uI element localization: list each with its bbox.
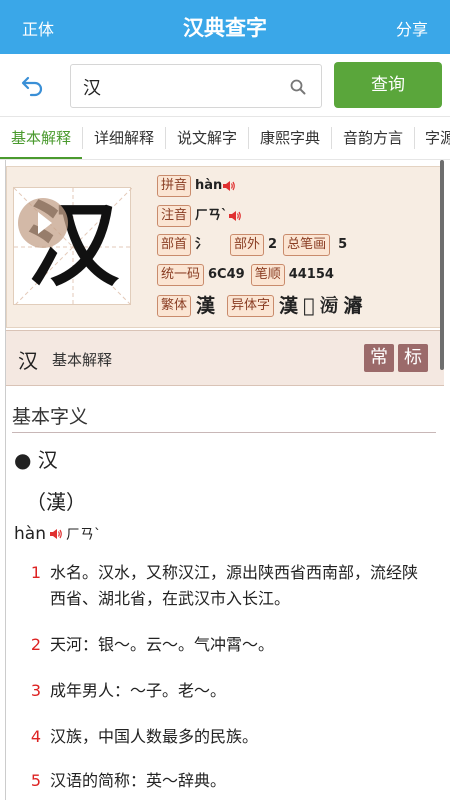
definition-number: 1 xyxy=(30,563,42,582)
radical-tag[interactable]: 部首 xyxy=(157,234,192,256)
standard-badge: 标 xyxy=(398,344,428,372)
section-header: 汉 基本解释 常 标 xyxy=(6,330,444,386)
speaker-icon[interactable] xyxy=(49,527,63,541)
definition-number: 3 xyxy=(30,681,42,700)
tab-kangxi[interactable]: 康熙字典 xyxy=(249,117,331,159)
entry-zhuyin: ㄏㄢˋ xyxy=(65,527,101,543)
play-icon[interactable] xyxy=(16,196,70,250)
pinyin-value: hàn xyxy=(195,178,223,193)
basic-meaning-title: 基本字义 xyxy=(12,406,89,428)
definition-item: 4 汉族，中国人数最多的民族。 xyxy=(31,724,430,750)
traditional-value[interactable]: 漢 xyxy=(196,295,215,317)
entry-traditional: （漢） xyxy=(26,490,86,514)
variant-char[interactable]: 𣶢 xyxy=(319,295,338,317)
traditional-tag[interactable]: 繁体 xyxy=(157,295,192,317)
radical-value: 氵 xyxy=(195,237,209,252)
section-character: 汉 xyxy=(18,349,38,373)
content-area: 汉 拼音 hàn 注音 ㄏㄢˋ 部首氵部外 2 总笔画 5 统一码 6C49 笔顺 44154 … xyxy=(0,160,450,800)
definition-number: 5 xyxy=(30,771,42,790)
unicode-value: 6C49 xyxy=(208,267,245,282)
definition-number: 2 xyxy=(30,635,42,654)
search-icon[interactable] xyxy=(289,78,307,96)
character-box: 汉 xyxy=(13,187,132,306)
search-row: 查询 xyxy=(0,54,450,116)
zhuyin-row: 注音 ㄏㄢˋ xyxy=(157,205,242,229)
top-bar: 正体 汉典查字 分享 xyxy=(0,0,450,54)
definition-text: 汉族，中国人数最多的民族。 xyxy=(50,727,259,746)
definition-item: 3 成年男人：～子。老～。 xyxy=(31,678,430,704)
total-strokes-tag[interactable]: 总笔画 xyxy=(283,234,331,256)
zhuyin-tag[interactable]: 注音 xyxy=(157,205,192,227)
speaker-icon[interactable] xyxy=(228,209,242,223)
pinyin-row: 拼音 hàn xyxy=(157,175,236,199)
speaker-icon[interactable] xyxy=(222,179,236,193)
search-input[interactable] xyxy=(83,74,283,100)
total-strokes-value: 5 xyxy=(338,237,348,252)
tab-shuowen[interactable]: 说文解字 xyxy=(166,117,248,159)
variant-char[interactable]: 𣴞 xyxy=(303,295,314,317)
strokes-outside-value: 2 xyxy=(268,237,278,252)
character-card: 汉 拼音 hàn 注音 ㄏㄢˋ 部首氵部外 2 总笔画 5 统一码 6C49 笔顺 44154 … xyxy=(6,166,444,328)
entry-pronunciation: hàn ㄏㄢˋ xyxy=(14,524,101,544)
definition-text: 成年男人：～子。老～。 xyxy=(50,681,227,700)
pinyin-tag[interactable]: 拼音 xyxy=(157,175,192,197)
tab-detailed[interactable]: 详细解释 xyxy=(83,117,165,159)
tab-phonology[interactable]: 音韵方言 xyxy=(332,117,414,159)
divider xyxy=(12,432,436,433)
query-button[interactable]: 查询 xyxy=(334,62,442,108)
radical-row: 部首氵 部外 2 总笔画 5 xyxy=(157,234,353,258)
definition-text: 天河：银～。云～。气冲霄～。 xyxy=(50,635,275,654)
definition-item: 2 天河：银～。云～。气冲霄～。 xyxy=(31,632,430,658)
unicode-tag[interactable]: 统一码 xyxy=(157,264,205,286)
common-badge: 常 xyxy=(364,344,394,372)
definition-item: 1 水名。汉水，又称汉江，源出陕西省西南部，流经陕西省、湖北省，在武汉市入长江。 xyxy=(31,560,430,612)
entry-pinyin: hàn xyxy=(14,524,46,544)
definition-text: 汉语的简称：英～辞典。 xyxy=(50,771,227,790)
variant-tag[interactable]: 异体字 xyxy=(227,295,275,317)
back-arrow-icon[interactable] xyxy=(20,72,46,98)
share-button[interactable]: 分享 xyxy=(396,16,428,40)
definition-number: 4 xyxy=(30,727,42,746)
tab-origin[interactable]: 字源 xyxy=(415,117,450,159)
variants-row: 繁体漢异体字漢 𣴞 𣶢 𤀹 xyxy=(157,295,363,319)
definition-item: 5 汉语的简称：英～辞典。 xyxy=(31,768,430,794)
stroke-order-tag[interactable]: 笔顺 xyxy=(250,264,285,286)
definition-text: 水名。汉水，又称汉江，源出陕西省西南部，流经陕西省、湖北省，在武汉市入长江。 xyxy=(50,563,419,608)
code-row: 统一码 6C49 笔顺 44154 xyxy=(157,264,340,288)
strokes-outside-tag[interactable]: 部外 xyxy=(230,234,265,256)
entry-character: ● 汉 xyxy=(14,448,58,472)
variant-char[interactable]: 𤀹 xyxy=(343,295,362,317)
variant-char[interactable]: 漢 xyxy=(279,295,298,317)
scrollbar[interactable] xyxy=(440,160,444,370)
app-title: 汉典查字 xyxy=(183,16,267,40)
tab-basic[interactable]: 基本解释 xyxy=(0,117,82,159)
search-box[interactable] xyxy=(70,64,322,108)
section-label: 基本解释 xyxy=(52,351,113,369)
zhuyin-value: ㄏㄢˋ xyxy=(195,208,228,223)
tab-bar: 基本解释 详细解释 说文解字 康熙字典 音韵方言 字源 xyxy=(0,116,450,160)
stroke-order-value: 44154 xyxy=(288,267,334,282)
